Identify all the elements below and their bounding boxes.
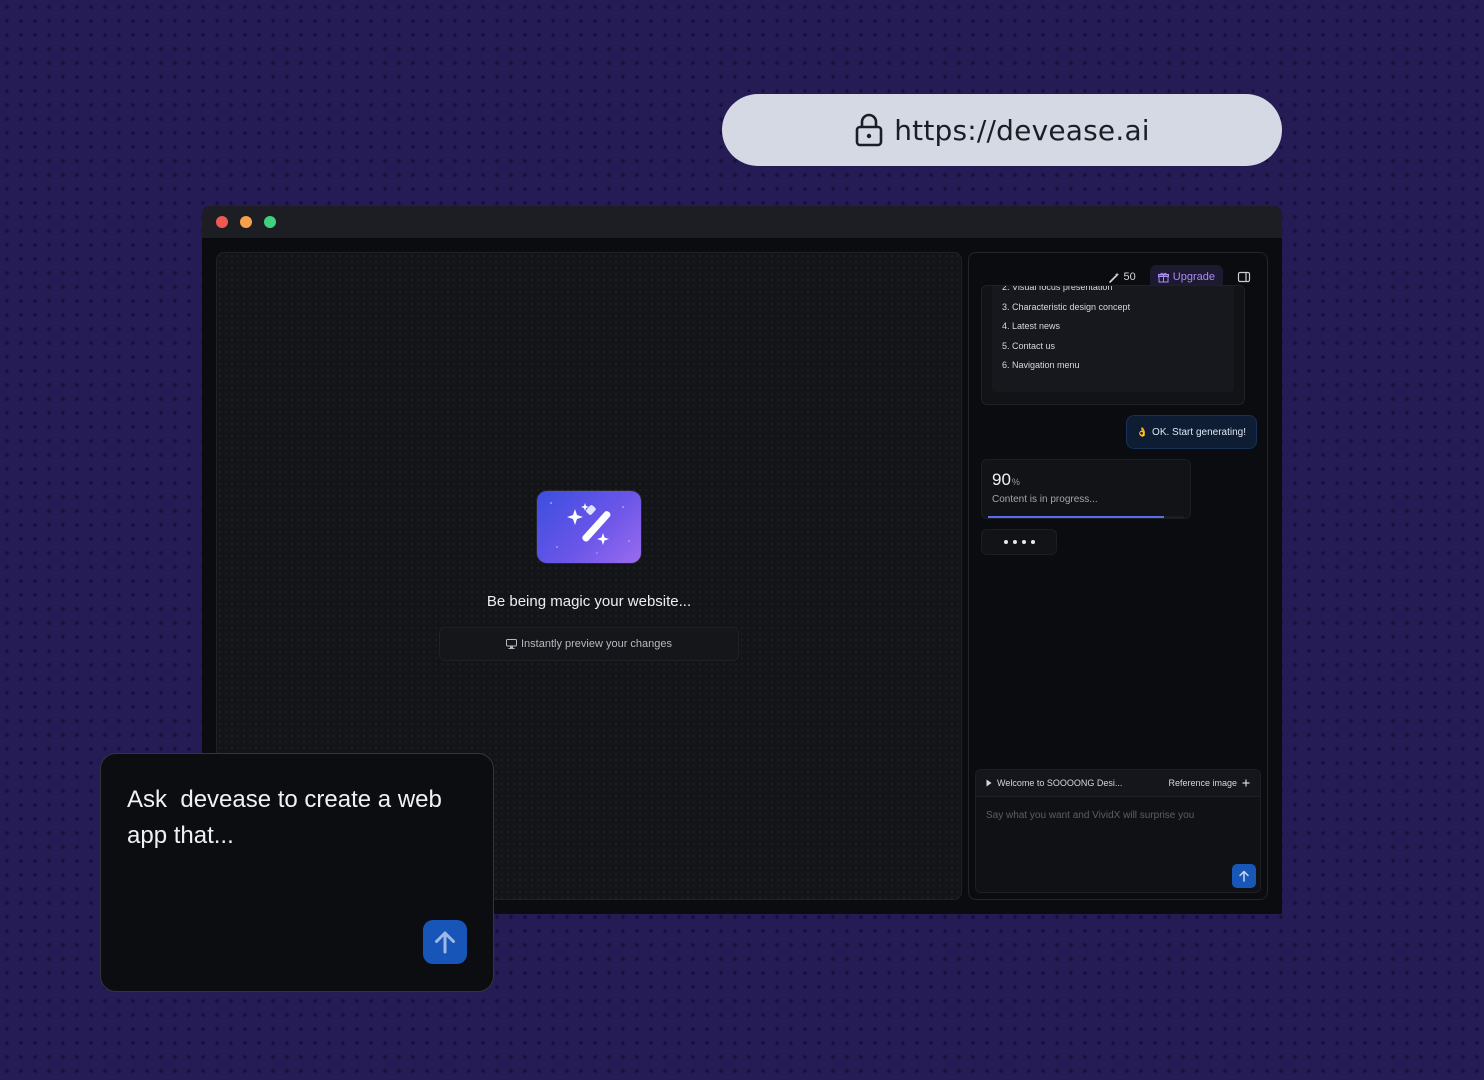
typing-dot xyxy=(1003,540,1008,544)
magic-wand-icon xyxy=(537,491,641,563)
outline-card: 2. Visual focus presentation 3. Characte… xyxy=(981,285,1245,405)
url-text: https://devease.ai xyxy=(894,113,1150,147)
context-label: Welcome to SOOOONG Desi... xyxy=(997,778,1123,788)
sidebar-toggle-icon[interactable] xyxy=(1237,270,1251,284)
list-item: 4. Latest news xyxy=(1002,321,1061,331)
user-message-bubble: 👌 OK. Start generating! xyxy=(1125,415,1257,449)
reference-image-label: Reference image xyxy=(1168,778,1237,788)
ok-hand-icon: 👌 xyxy=(1136,426,1149,437)
caret-right-icon xyxy=(986,779,992,787)
monitor-icon xyxy=(505,639,517,649)
outline-list: 2. Visual focus presentation 3. Characte… xyxy=(1002,285,1131,376)
credits-counter[interactable]: 50 xyxy=(1108,271,1136,283)
typing-dot xyxy=(1021,540,1026,544)
credits-value: 50 xyxy=(1123,271,1136,283)
progress-value: 90% xyxy=(992,470,1020,489)
composer-header: Welcome to SOOOONG Desi... Reference ima… xyxy=(976,770,1260,797)
typing-dot xyxy=(1030,540,1035,544)
minimize-window-button[interactable] xyxy=(240,216,252,228)
reference-image-button[interactable]: Reference image xyxy=(1168,778,1250,788)
typing-indicator xyxy=(981,529,1057,555)
instant-preview-chip[interactable]: Instantly preview your changes xyxy=(439,627,739,661)
url-bar[interactable]: https://devease.ai xyxy=(722,94,1282,166)
instant-preview-label: Instantly preview your changes xyxy=(520,638,673,650)
arrow-up-icon xyxy=(435,931,455,954)
progress-unit: % xyxy=(1011,477,1020,487)
arrow-up-icon xyxy=(1239,870,1249,882)
maximize-window-button[interactable] xyxy=(264,216,276,228)
typing-dot xyxy=(1012,540,1017,544)
upgrade-label: Upgrade xyxy=(1172,271,1215,283)
chat-input[interactable]: Say what you want and VividX will surpri… xyxy=(986,810,1194,821)
progress-bar-fill xyxy=(988,516,1165,518)
preview-title: Be being magic your website... xyxy=(486,593,692,610)
prompt-card: Ask devease to create a web app that... xyxy=(100,753,494,992)
progress-label: Content is in progress... xyxy=(992,494,1098,505)
list-item: 5. Contact us xyxy=(1002,340,1056,351)
magic-wand-icon xyxy=(1108,272,1119,283)
user-message-text: OK. Start generating! xyxy=(1152,426,1246,438)
title-bar xyxy=(202,206,1282,238)
list-item: 3. Characteristic design concept xyxy=(1002,301,1131,312)
list-item: 6. Navigation menu xyxy=(1002,360,1080,370)
gift-icon xyxy=(1157,272,1169,282)
list-item: 2. Visual focus presentation xyxy=(1002,285,1113,292)
chat-panel: 50 Upgrade 2. Visual focus presentation xyxy=(968,252,1268,900)
send-button[interactable] xyxy=(1232,864,1256,888)
progress-card: 90% Content is in progress... xyxy=(981,459,1191,519)
prompt-send-button[interactable] xyxy=(423,920,467,964)
lock-icon xyxy=(855,113,883,147)
chat-composer: Welcome to SOOOONG Desi... Reference ima… xyxy=(975,769,1261,893)
close-window-button[interactable] xyxy=(216,216,228,228)
context-toggle[interactable]: Welcome to SOOOONG Desi... xyxy=(986,778,1122,788)
plus-icon xyxy=(1242,779,1250,787)
progress-bar xyxy=(988,516,1184,518)
prompt-input[interactable]: Ask devease to create a web app that... xyxy=(127,782,477,854)
